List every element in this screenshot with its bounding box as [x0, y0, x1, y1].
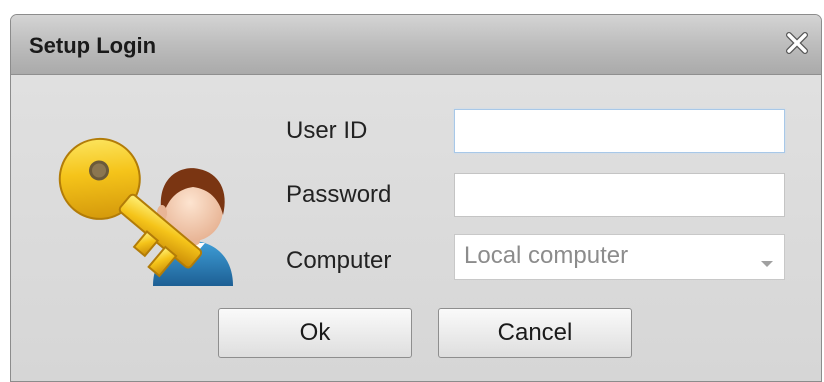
- dialog-title: Setup Login: [29, 33, 157, 58]
- computer-select[interactable]: Local computer: [454, 234, 785, 280]
- dialog-body: User ID Password Computer Local computer…: [11, 75, 821, 381]
- computer-selected-value: Local computer: [464, 242, 629, 269]
- title-bar[interactable]: Setup Login: [11, 15, 821, 75]
- password-label: Password: [286, 181, 392, 208]
- key-user-icon: [41, 123, 241, 298]
- close-icon[interactable]: [783, 29, 811, 57]
- setup-login-dialog: Setup Login User ID Password Computer Lo…: [10, 14, 822, 382]
- user-id-field[interactable]: [454, 109, 785, 153]
- dropdown-arrow-icon[interactable]: [760, 255, 774, 267]
- password-field[interactable]: [454, 173, 785, 217]
- user-id-label: User ID: [286, 117, 368, 144]
- computer-label: Computer: [286, 247, 392, 274]
- cancel-button[interactable]: Cancel: [438, 308, 632, 358]
- ok-button[interactable]: Ok: [218, 308, 412, 358]
